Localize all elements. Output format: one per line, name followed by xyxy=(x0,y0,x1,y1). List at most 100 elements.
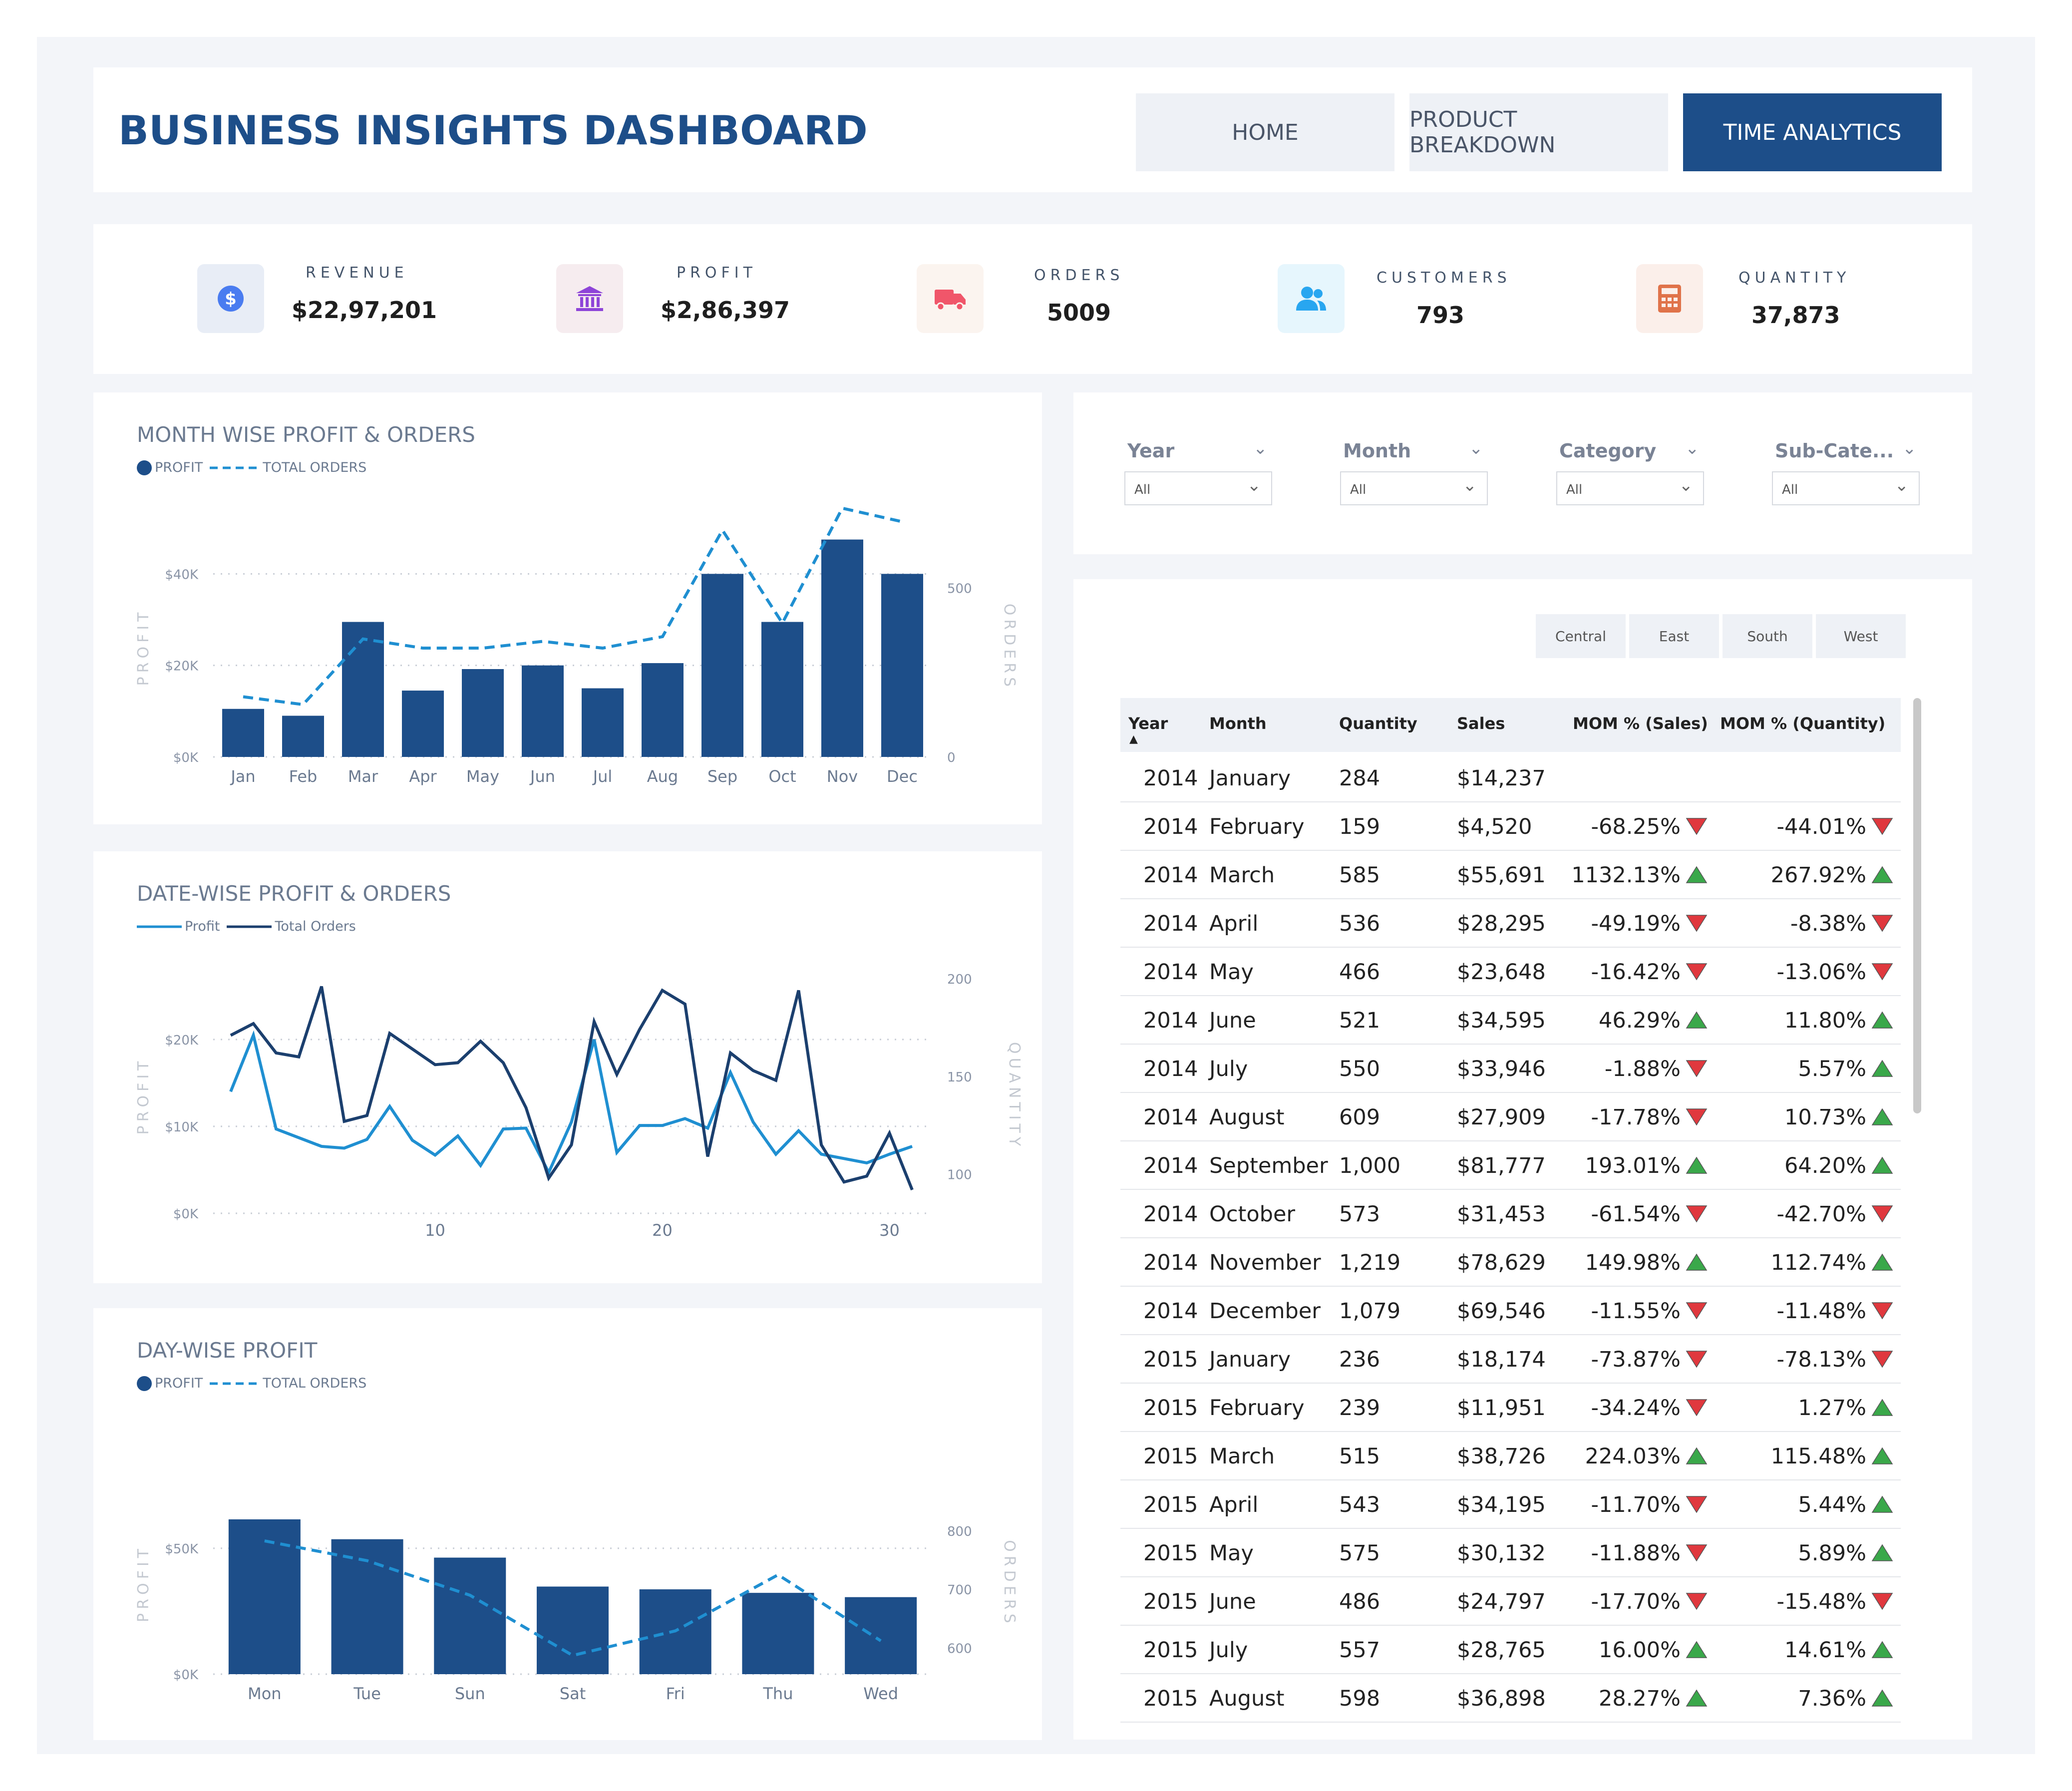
cell-month: May xyxy=(1209,1541,1254,1566)
chevron-down-icon[interactable]: ⌄ xyxy=(1902,438,1917,458)
cell-sales: $28,765 xyxy=(1457,1638,1546,1663)
chevron-down-icon[interactable]: ⌄ xyxy=(1685,438,1700,458)
triangle-up-icon xyxy=(1686,1156,1708,1174)
bank-icon xyxy=(556,264,623,333)
table-row[interactable]: 2015 June 486 $24,797 -17.70% -15.48% xyxy=(1120,1576,1901,1626)
column-header-sales[interactable]: Sales xyxy=(1457,714,1505,733)
cell-qty: 573 xyxy=(1339,1202,1381,1227)
y2-tick-label: 200 xyxy=(947,972,972,987)
cell-mom_s: 193.01% xyxy=(1585,1153,1681,1178)
sub-category-dropdown[interactable]: All ⌄ xyxy=(1772,471,1920,505)
column-header-quantity[interactable]: Quantity xyxy=(1339,714,1417,733)
header-bar: BUSINESS INSIGHTS DASHBOARD HOME PRODUCT… xyxy=(93,67,1972,192)
cell-qty: 486 xyxy=(1339,1589,1381,1614)
cell-month: October xyxy=(1209,1202,1296,1227)
y2-axis-label: QUANTITY xyxy=(1006,1042,1023,1150)
cell-mom_s: -17.78% xyxy=(1591,1105,1681,1130)
bar xyxy=(402,691,444,757)
chevron-down-icon[interactable]: ⌄ xyxy=(1469,438,1483,458)
sort-ascending-icon[interactable]: ▲ xyxy=(1129,733,1138,745)
table-row[interactable]: 2014 March 585 $55,691 1132.13% 267.92% xyxy=(1120,850,1901,899)
cell-month: April xyxy=(1209,1492,1259,1517)
x-tick-label: Nov xyxy=(827,767,858,786)
cell-year: 2014 xyxy=(1143,1105,1198,1130)
triangle-down-icon xyxy=(1686,915,1708,932)
table-row[interactable]: 2014 October 573 $31,453 -61.54% -42.70% xyxy=(1120,1189,1901,1238)
x-tick-label: 10 xyxy=(425,1221,445,1240)
month-dropdown[interactable]: All ⌄ xyxy=(1340,471,1488,505)
x-tick-label: Thu xyxy=(762,1684,793,1703)
table-row[interactable]: 2015 January 236 $18,174 -73.87% -78.13% xyxy=(1120,1334,1901,1384)
dropdown-value: All xyxy=(1350,482,1367,497)
nav-time-analytics-button[interactable]: TIME ANALYTICS xyxy=(1683,93,1942,171)
x-tick-label: May xyxy=(466,767,499,786)
table-row[interactable]: 2015 February 239 $11,951 -34.24% 1.27% xyxy=(1120,1383,1901,1432)
triangle-down-icon xyxy=(1686,818,1708,835)
triangle-down-icon xyxy=(1686,1205,1708,1223)
table-row[interactable]: 2015 July 557 $28,765 16.00% 14.61% xyxy=(1120,1625,1901,1674)
table-row[interactable]: 2014 February 159 $4,520 -68.25% -44.01% xyxy=(1120,801,1901,851)
y2-tick-label: 0 xyxy=(947,750,956,765)
month-wise-profit-orders-chart: $0K $20K $40K 0 500 PROFIT ORDERS Jan Feb Mar Apr M… xyxy=(135,506,1018,786)
y2-tick-label: 150 xyxy=(947,1070,972,1085)
cell-year: 2014 xyxy=(1143,1202,1198,1227)
bar xyxy=(845,1597,917,1674)
cell-mom_q: -8.38% xyxy=(1790,911,1866,936)
region-east-button[interactable]: East xyxy=(1629,614,1719,658)
table-scrollbar[interactable] xyxy=(1913,698,1921,1113)
table-row[interactable]: 2015 August 598 $36,898 28.27% 7.36% xyxy=(1120,1673,1901,1723)
column-header-year[interactable]: Year xyxy=(1128,714,1168,733)
cell-year: 2014 xyxy=(1143,1008,1198,1033)
x-tick-label: Jun xyxy=(529,767,555,786)
cell-sales: $23,648 xyxy=(1457,960,1546,985)
cell-month: April xyxy=(1209,911,1259,936)
table-row[interactable]: 2015 April 543 $34,195 -11.70% 5.44% xyxy=(1120,1479,1901,1529)
column-header-mom-quantity[interactable]: MOM % (Quantity) xyxy=(1720,714,1885,733)
triangle-down-icon xyxy=(1686,1351,1708,1368)
cell-mom_s: 28.27% xyxy=(1599,1686,1681,1711)
region-west-button[interactable]: West xyxy=(1816,614,1906,658)
column-header-mom-sales[interactable]: MOM % (Sales) xyxy=(1573,714,1708,733)
cell-year: 2014 xyxy=(1143,1153,1198,1178)
kpi-orders-label: ORDERS xyxy=(1034,267,1124,284)
users-icon xyxy=(1278,264,1345,333)
triangle-down-icon xyxy=(1686,963,1708,981)
triangle-down-icon xyxy=(1871,1593,1893,1610)
triangle-up-icon xyxy=(1686,1011,1708,1029)
date-wise-profit-orders-chart: $0K $10K $20K 100 150 200 10 20 30 PROFIT QUANTITY xyxy=(135,972,1023,1240)
triangle-down-icon xyxy=(1871,915,1893,932)
triangle-down-icon xyxy=(1686,1593,1708,1610)
table-row[interactable]: 2014 June 521 $34,595 46.29% 11.80% xyxy=(1120,995,1901,1045)
column-header-month[interactable]: Month xyxy=(1209,714,1267,733)
cell-sales: $34,195 xyxy=(1457,1492,1546,1517)
table-row[interactable]: 2014 November 1,219 $78,629 149.98% 112.74% xyxy=(1120,1237,1901,1287)
category-dropdown[interactable]: All ⌄ xyxy=(1556,471,1704,505)
chevron-down-icon: ⌄ xyxy=(1462,475,1477,495)
table-row[interactable]: 2014 April 536 $28,295 -49.19% -8.38% xyxy=(1120,898,1901,948)
x-tick-label: Sep xyxy=(707,767,737,786)
triangle-down-icon xyxy=(1871,1351,1893,1368)
cell-qty: 236 xyxy=(1339,1347,1381,1372)
chevron-down-icon[interactable]: ⌄ xyxy=(1253,438,1268,458)
cell-qty: 239 xyxy=(1339,1396,1381,1421)
cell-sales: $14,237 xyxy=(1457,766,1546,791)
cell-month: December xyxy=(1209,1299,1321,1324)
table-row[interactable]: 2015 May 575 $30,132 -11.88% 5.89% xyxy=(1120,1528,1901,1577)
dropdown-value: All xyxy=(1566,482,1583,497)
region-south-button[interactable]: South xyxy=(1723,614,1812,658)
year-dropdown[interactable]: All ⌄ xyxy=(1124,471,1272,505)
region-central-button[interactable]: Central xyxy=(1536,614,1626,658)
table-row[interactable]: 2014 September 1,000 $81,777 193.01% 64.20% xyxy=(1120,1140,1901,1190)
table-row[interactable]: 2014 August 609 $27,909 -17.78% 10.73% xyxy=(1120,1092,1901,1141)
table-row[interactable]: 2014 May 466 $23,648 -16.42% -13.06% xyxy=(1120,947,1901,996)
table-row[interactable]: 2014 January 284 $14,237 xyxy=(1120,753,1901,802)
cell-mom_s: -73.87% xyxy=(1591,1347,1681,1372)
table-row[interactable]: 2015 March 515 $38,726 224.03% 115.48% xyxy=(1120,1431,1901,1480)
nav-home-button[interactable]: HOME xyxy=(1136,93,1394,171)
table-row[interactable]: 2014 July 550 $33,946 -1.88% 5.57% xyxy=(1120,1044,1901,1093)
triangle-down-icon xyxy=(1686,1496,1708,1513)
nav-product-breakdown-button[interactable]: PRODUCT BREAKDOWN xyxy=(1409,93,1668,171)
table-row[interactable]: 2014 December 1,079 $69,546 -11.55% -11.48% xyxy=(1120,1286,1901,1335)
bar xyxy=(881,574,923,757)
bar xyxy=(761,622,803,757)
